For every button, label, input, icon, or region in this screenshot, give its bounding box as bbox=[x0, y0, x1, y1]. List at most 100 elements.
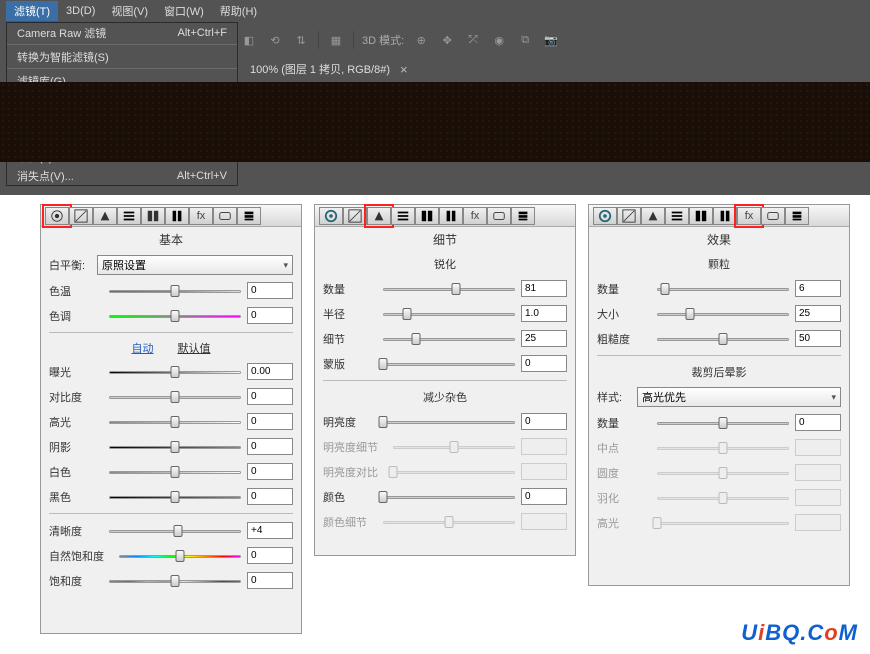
shadows-input[interactable] bbox=[247, 438, 293, 455]
vibrance-slider[interactable] bbox=[119, 550, 241, 562]
tab-detail-icon[interactable] bbox=[93, 207, 117, 225]
tab-split-icon[interactable] bbox=[141, 207, 165, 225]
temp-slider[interactable] bbox=[109, 285, 241, 297]
tab-calib-icon[interactable] bbox=[761, 207, 785, 225]
exposure-input[interactable] bbox=[247, 363, 293, 380]
lum-contrast-label: 明亮度对比 bbox=[323, 464, 393, 480]
tab-curve-icon[interactable] bbox=[343, 207, 367, 225]
grain-size-input[interactable] bbox=[795, 305, 841, 322]
clarity-slider[interactable] bbox=[109, 525, 241, 537]
whites-label: 白色 bbox=[49, 464, 109, 480]
tab-lens-icon[interactable] bbox=[713, 207, 737, 225]
contrast-slider[interactable] bbox=[109, 391, 241, 403]
tab-hsl-icon[interactable] bbox=[391, 207, 415, 225]
highlights-slider[interactable] bbox=[109, 416, 241, 428]
sharpen-detail-input[interactable] bbox=[521, 330, 567, 347]
tab-lens-icon[interactable] bbox=[165, 207, 189, 225]
menu-help[interactable]: 帮助(H) bbox=[212, 1, 265, 21]
tab-calib-icon[interactable] bbox=[487, 207, 511, 225]
shadows-slider[interactable] bbox=[109, 441, 241, 453]
sharpen-heading: 锐化 bbox=[315, 252, 575, 276]
saturation-input[interactable] bbox=[247, 572, 293, 589]
opt-icon-3[interactable]: ⇅ bbox=[292, 31, 310, 49]
grain-amount-input[interactable] bbox=[795, 280, 841, 297]
vignette-style-select[interactable]: 高光优先▾ bbox=[637, 387, 841, 407]
mode-icon-orbit[interactable]: ⊕ bbox=[412, 31, 430, 49]
sharpen-amount-slider[interactable] bbox=[383, 283, 515, 295]
tab-preset-icon[interactable] bbox=[785, 207, 809, 225]
tab-lens-icon[interactable] bbox=[439, 207, 463, 225]
tab-curve-icon[interactable] bbox=[617, 207, 641, 225]
tab-hsl-icon[interactable] bbox=[665, 207, 689, 225]
opt-icon-2[interactable]: ⟲ bbox=[266, 31, 284, 49]
tab-fx-icon[interactable]: fx bbox=[737, 207, 761, 225]
color-detail-slider bbox=[383, 516, 515, 528]
document-tab[interactable]: 100% (图层 1 拷贝, RGB/8#) × bbox=[240, 58, 418, 80]
tab-detail-icon[interactable] bbox=[641, 207, 665, 225]
whites-slider[interactable] bbox=[109, 466, 241, 478]
sharpen-radius-input[interactable] bbox=[521, 305, 567, 322]
vignette-amount-slider[interactable] bbox=[657, 417, 789, 429]
vignette-style-label: 样式: bbox=[597, 389, 631, 405]
tab-split-icon[interactable] bbox=[415, 207, 439, 225]
tab-basic-icon[interactable] bbox=[45, 207, 69, 225]
tab-hsl-icon[interactable] bbox=[117, 207, 141, 225]
blacks-slider[interactable] bbox=[109, 491, 241, 503]
opt-icon-4[interactable]: ▦ bbox=[327, 31, 345, 49]
grain-amount-slider[interactable] bbox=[657, 283, 789, 295]
tab-curve-icon[interactable] bbox=[69, 207, 93, 225]
dd-last-filter[interactable]: Camera Raw 滤镜Alt+Ctrl+F bbox=[7, 23, 237, 42]
lum-slider[interactable] bbox=[383, 416, 515, 428]
tab-preset-icon[interactable] bbox=[511, 207, 535, 225]
mode-icon-look[interactable]: ◉ bbox=[490, 31, 508, 49]
contrast-input[interactable] bbox=[247, 388, 293, 405]
sharpen-detail-slider[interactable] bbox=[383, 333, 515, 345]
sharpen-mask-input[interactable] bbox=[521, 355, 567, 372]
temp-input[interactable] bbox=[247, 282, 293, 299]
color-noise-input[interactable] bbox=[521, 488, 567, 505]
vignette-mid-slider bbox=[657, 442, 789, 454]
highlights-input[interactable] bbox=[247, 413, 293, 430]
lum-label: 明亮度 bbox=[323, 414, 383, 430]
default-link[interactable]: 默认值 bbox=[178, 340, 211, 356]
saturation-slider[interactable] bbox=[109, 575, 241, 587]
close-icon[interactable]: × bbox=[400, 62, 408, 77]
mode-icon-dolly[interactable]: ⤱ bbox=[464, 31, 482, 49]
auto-link[interactable]: 自动 bbox=[132, 340, 154, 356]
tab-basic-icon[interactable] bbox=[319, 207, 343, 225]
vibrance-input[interactable] bbox=[247, 547, 293, 564]
grain-size-slider[interactable] bbox=[657, 308, 789, 320]
mode-icon-walk[interactable]: ⧉ bbox=[516, 31, 534, 49]
sharpen-amount-input[interactable] bbox=[521, 280, 567, 297]
menu-3d[interactable]: 3D(D) bbox=[58, 3, 103, 19]
tab-split-icon[interactable] bbox=[689, 207, 713, 225]
dd-vanishing[interactable]: 消失点(V)...Alt+Ctrl+V bbox=[7, 166, 237, 185]
sharpen-mask-slider[interactable] bbox=[383, 358, 515, 370]
tint-slider[interactable] bbox=[109, 310, 241, 322]
opt-icon-1[interactable]: ◧ bbox=[240, 31, 258, 49]
sharpen-radius-slider[interactable] bbox=[383, 308, 515, 320]
tint-input[interactable] bbox=[247, 307, 293, 324]
menu-filter[interactable]: 滤镜(T) bbox=[6, 1, 58, 21]
mode-icon-pan[interactable]: ✥ bbox=[438, 31, 456, 49]
tab-basic-icon[interactable] bbox=[593, 207, 617, 225]
menu-view[interactable]: 视图(V) bbox=[103, 1, 156, 21]
exposure-slider[interactable] bbox=[109, 366, 241, 378]
mode-icon-cam[interactable]: 📷 bbox=[542, 31, 560, 49]
wb-select[interactable]: 原照设置▾ bbox=[97, 255, 293, 275]
grain-rough-slider[interactable] bbox=[657, 333, 789, 345]
dd-convert-smart[interactable]: 转换为智能滤镜(S) bbox=[7, 47, 237, 66]
blacks-input[interactable] bbox=[247, 488, 293, 505]
lum-input[interactable] bbox=[521, 413, 567, 430]
tab-fx-icon[interactable]: fx bbox=[463, 207, 487, 225]
tab-preset-icon[interactable] bbox=[237, 207, 261, 225]
tab-detail-icon[interactable] bbox=[367, 207, 391, 225]
vignette-amount-input[interactable] bbox=[795, 414, 841, 431]
clarity-input[interactable] bbox=[247, 522, 293, 539]
color-noise-slider[interactable] bbox=[383, 491, 515, 503]
menu-window[interactable]: 窗口(W) bbox=[156, 1, 212, 21]
tab-calib-icon[interactable] bbox=[213, 207, 237, 225]
whites-input[interactable] bbox=[247, 463, 293, 480]
grain-rough-input[interactable] bbox=[795, 330, 841, 347]
tab-fx-icon[interactable]: fx bbox=[189, 207, 213, 225]
